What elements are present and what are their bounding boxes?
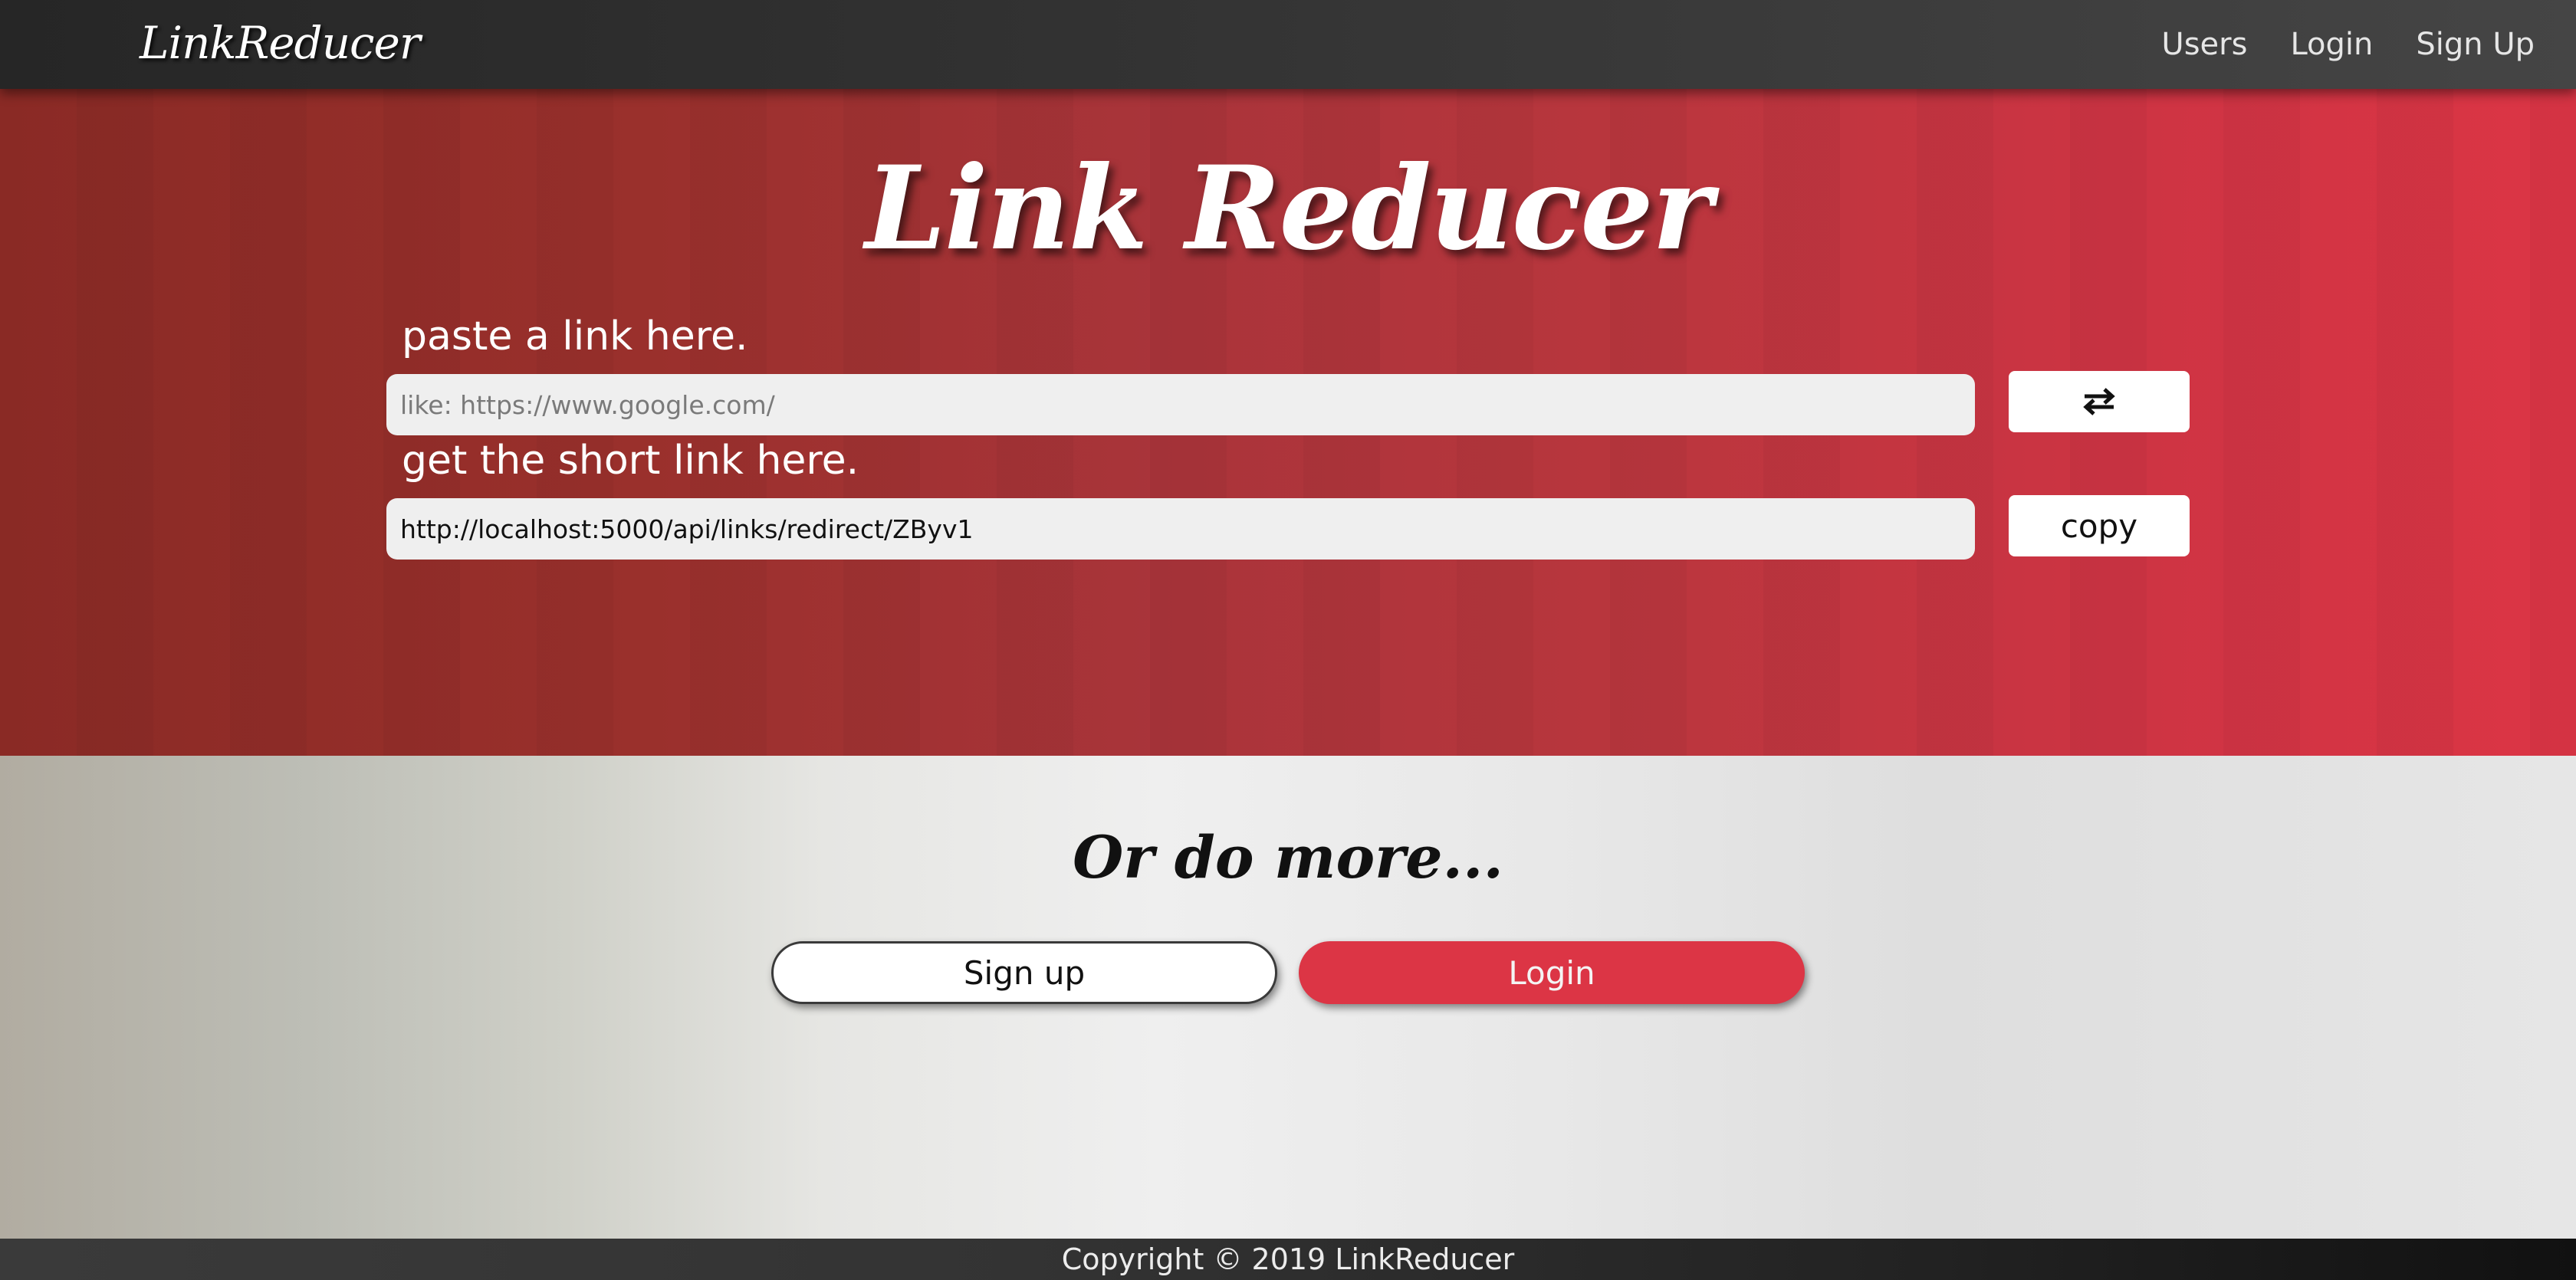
nav-links: Users Login Sign Up bbox=[2161, 0, 2535, 89]
footer: Copyright © 2019 LinkReducer bbox=[0, 1239, 2576, 1280]
navbar: LinkReducer Users Login Sign Up bbox=[0, 0, 2576, 89]
signup-button[interactable]: Sign up bbox=[771, 941, 1277, 1004]
hero-section: Link Reducer paste a link here. get the … bbox=[0, 89, 2576, 756]
shorten-button[interactable] bbox=[2009, 371, 2190, 432]
nav-link-login[interactable]: Login bbox=[2290, 27, 2373, 62]
hero-title: Link Reducer bbox=[865, 141, 1713, 276]
paste-link-input[interactable] bbox=[386, 374, 1975, 435]
short-link-label: get the short link here. bbox=[402, 438, 859, 484]
brand-logo[interactable]: LinkReducer bbox=[140, 11, 421, 75]
paste-link-label: paste a link here. bbox=[402, 313, 748, 359]
short-link-output[interactable] bbox=[386, 498, 1975, 560]
nav-link-users[interactable]: Users bbox=[2161, 27, 2247, 62]
swap-arrows-icon bbox=[2082, 388, 2117, 415]
login-button[interactable]: Login bbox=[1299, 941, 1805, 1004]
nav-link-signup[interactable]: Sign Up bbox=[2416, 27, 2535, 62]
do-more-section: Or do more... Sign up Login bbox=[0, 756, 2576, 1239]
do-more-title: Or do more... bbox=[1073, 823, 1503, 891]
copy-button[interactable]: copy bbox=[2009, 495, 2190, 556]
copyright-text: Copyright © 2019 LinkReducer bbox=[1061, 1242, 1515, 1276]
